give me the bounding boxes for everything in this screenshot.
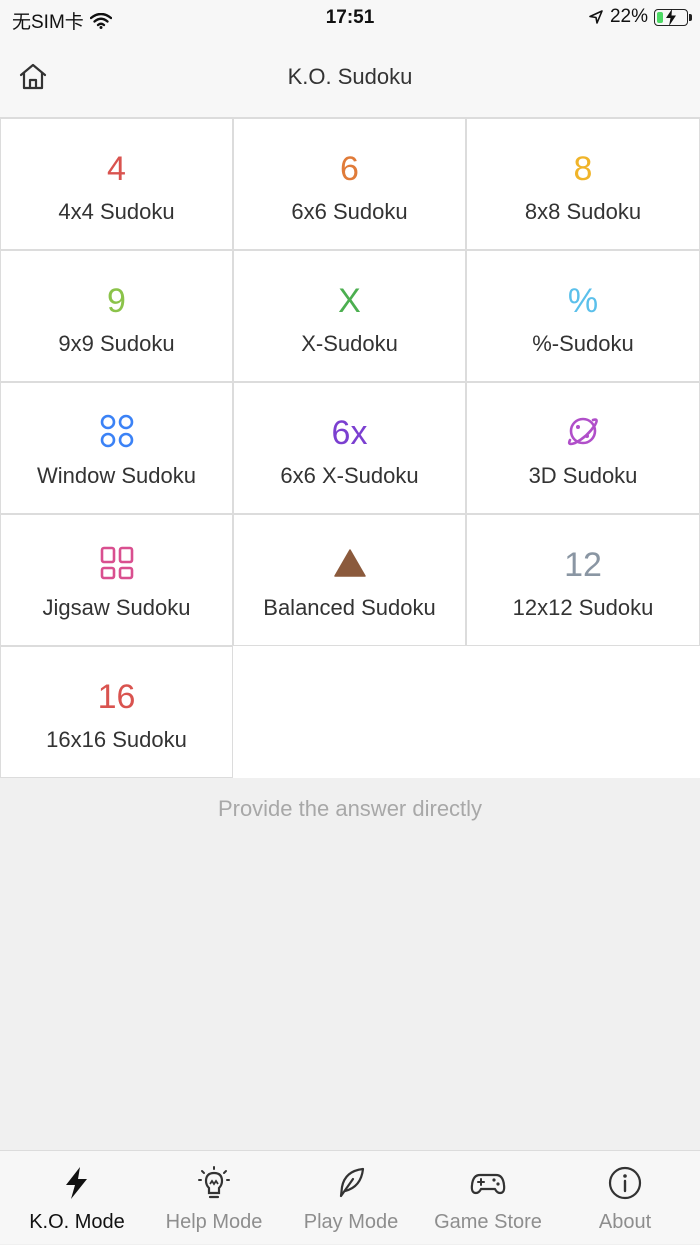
status-bar: 无SIM卡 17:51 22% — [0, 0, 700, 36]
game-tile-x-sudoku[interactable]: X X-Sudoku — [233, 250, 466, 382]
tab-label: K.O. Mode — [29, 1211, 125, 1233]
game-tile-16x16-sudoku[interactable]: 16 16x16 Sudoku — [0, 646, 233, 778]
lightning-icon — [59, 1165, 95, 1201]
game-glyph: 9 — [107, 282, 126, 320]
status-right: 22% — [588, 6, 692, 28]
tab-label: Play Mode — [303, 1211, 399, 1233]
game-label: 6x6 X-Sudoku — [280, 463, 419, 488]
game-label: 4x4 Sudoku — [58, 199, 175, 224]
planet-icon — [467, 413, 699, 453]
game-glyph: % — [567, 282, 599, 320]
game-glyph: 16 — [97, 678, 136, 716]
tab-help-mode[interactable]: Help Mode — [144, 1151, 284, 1245]
hint-text: Provide the answer directly — [217, 796, 483, 821]
game-label: 6x6 Sudoku — [291, 199, 408, 224]
game-label: 8x8 Sudoku — [524, 199, 642, 224]
game-tile-12x12-sudoku[interactable]: 12 12x12 Sudoku — [466, 514, 700, 646]
game-label: 9x9 Sudoku — [58, 331, 175, 356]
window-grid-icon — [1, 413, 232, 453]
info-icon — [607, 1165, 643, 1201]
nav-bar: K.O. Sudoku — [0, 36, 700, 118]
game-tile-6x6-x-sudoku[interactable]: 6x 6x6 X-Sudoku — [233, 382, 466, 514]
tab-k-o-mode[interactable]: K.O. Mode — [7, 1151, 147, 1245]
game-tile-4x4-sudoku[interactable]: 4 4x4 Sudoku — [0, 118, 233, 250]
tab-play-mode[interactable]: Play Mode — [281, 1151, 421, 1245]
location-arrow-icon — [589, 10, 603, 24]
tab-game-store[interactable]: Game Store — [418, 1151, 558, 1245]
game-label: 16x16 Sudoku — [46, 727, 187, 752]
game-label: Balanced Sudoku — [263, 595, 436, 620]
jigsaw-grid-icon — [1, 545, 232, 585]
empty-grid-area — [233, 646, 700, 778]
game-label: Window Sudoku — [37, 463, 196, 488]
game-tile-9x9-sudoku[interactable]: 9 9x9 Sudoku — [0, 250, 233, 382]
game-glyph: 8 — [573, 150, 593, 188]
page-title: K.O. Sudoku — [287, 64, 413, 89]
gamepad-icon — [470, 1165, 506, 1201]
game-glyph: 12 — [564, 546, 602, 584]
game-label: X-Sudoku — [301, 331, 398, 356]
tab-about[interactable]: About — [555, 1151, 695, 1245]
tab-bar: K.O. Mode Help Mode Play Mode Game Store… — [0, 1150, 700, 1244]
triangle-icon — [234, 545, 465, 585]
game-tile--sudoku[interactable]: % %-Sudoku — [466, 250, 700, 382]
game-label: 3D Sudoku — [528, 463, 638, 488]
battery-percent: 22% — [609, 6, 648, 27]
game-tile-window-sudoku[interactable]: Window Sudoku — [0, 382, 233, 514]
game-tile-balanced-sudoku[interactable]: Balanced Sudoku — [233, 514, 466, 646]
battery-fill — [657, 11, 663, 23]
game-tile-3d-sudoku[interactable]: 3D Sudoku — [466, 382, 700, 514]
charging-bolt-icon — [666, 8, 676, 26]
game-label: Jigsaw Sudoku — [42, 595, 191, 620]
game-glyph: 6x — [331, 414, 368, 452]
battery-icon — [654, 8, 692, 26]
tab-label: Game Store — [434, 1211, 542, 1233]
game-tile-6x6-sudoku[interactable]: 6 6x6 Sudoku — [233, 118, 466, 250]
lightbulb-icon — [196, 1165, 232, 1201]
game-glyph: 6 — [340, 150, 359, 188]
game-tile-8x8-sudoku[interactable]: 8 8x8 Sudoku — [466, 118, 700, 250]
game-glyph: 4 — [107, 150, 126, 188]
game-label: %-Sudoku — [532, 331, 634, 356]
tab-label: About — [598, 1211, 652, 1233]
game-label: 12x12 Sudoku — [512, 595, 654, 620]
game-glyph: X — [338, 282, 361, 320]
feather-icon — [333, 1165, 369, 1201]
game-tile-jigsaw-sudoku[interactable]: Jigsaw Sudoku — [0, 514, 233, 646]
tab-label: Help Mode — [165, 1211, 263, 1233]
